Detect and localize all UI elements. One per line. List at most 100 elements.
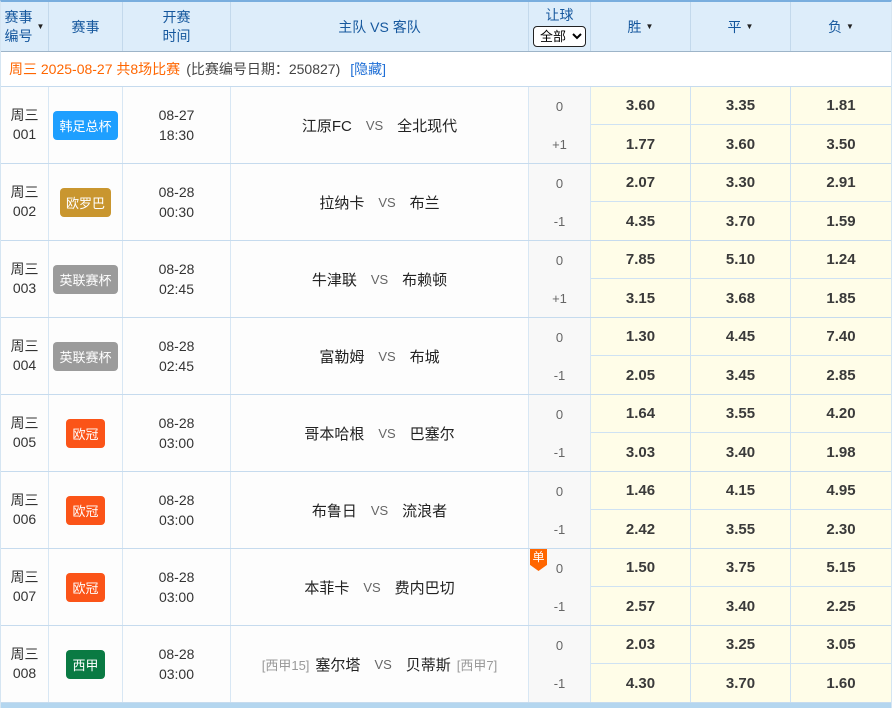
- odds-draw[interactable]: 3.55: [691, 395, 791, 433]
- match-row: 周三 005 欧冠 08-28 03:00 哥本哈根 VS 巴塞尔 0 1.64…: [1, 395, 891, 472]
- odds-win[interactable]: 4.35: [591, 202, 691, 240]
- handicap-value: 0: [556, 176, 563, 191]
- odds-lose[interactable]: 1.81: [791, 87, 891, 125]
- odds-draw[interactable]: 4.15: [691, 472, 791, 510]
- sort-arrow-icon[interactable]: ▼: [37, 22, 45, 31]
- odds-win[interactable]: 1.77: [591, 125, 691, 163]
- odds-lose[interactable]: 7.40: [791, 318, 891, 356]
- handicap-cell: 单 0: [529, 549, 591, 587]
- match-row: 周三 007 欧冠 08-28 03:00 本菲卡 VS 费内巴切 单 0 1.…: [1, 549, 891, 626]
- teams-cell: [西甲15] 塞尔塔 VS 贝蒂斯 [西甲7]: [231, 626, 529, 702]
- teams-cell: 哥本哈根 VS 巴塞尔: [231, 395, 529, 471]
- header-win-label: 胜: [628, 17, 642, 37]
- odds-win[interactable]: 7.85: [591, 241, 691, 279]
- odds-line-1: -1 2.05 3.45 2.85: [529, 356, 891, 394]
- odds-lose[interactable]: 4.95: [791, 472, 891, 510]
- handicap-filter-select[interactable]: 全部: [533, 26, 586, 47]
- home-team: 江原FC: [302, 115, 352, 136]
- kickoff-time: 03:00: [159, 587, 194, 607]
- odds-win[interactable]: 2.07: [591, 164, 691, 202]
- odds-lose[interactable]: 3.50: [791, 125, 891, 163]
- odds-lose[interactable]: 1.60: [791, 664, 891, 702]
- odds-block: 0 3.60 3.35 1.81 +1 1.77 3.60 3.50: [529, 87, 891, 163]
- odds-lose[interactable]: 2.25: [791, 587, 891, 625]
- odds-draw[interactable]: 3.60: [691, 125, 791, 163]
- win-dropdown-icon[interactable]: ▼: [646, 22, 654, 31]
- odds-win[interactable]: 2.05: [591, 356, 691, 394]
- handicap-value: -1: [554, 368, 566, 383]
- match-day: 周三: [11, 260, 39, 279]
- odds-win[interactable]: 1.30: [591, 318, 691, 356]
- teams-cell: 本菲卡 VS 费内巴切: [231, 549, 529, 625]
- match-date: 08-28: [159, 336, 195, 356]
- match-time: 08-28 03:00: [123, 395, 231, 471]
- lose-dropdown-icon[interactable]: ▼: [846, 22, 854, 31]
- odds-lose[interactable]: 1.85: [791, 279, 891, 317]
- odds-win[interactable]: 4.30: [591, 664, 691, 702]
- odds-draw[interactable]: 3.30: [691, 164, 791, 202]
- odds-draw[interactable]: 3.70: [691, 202, 791, 240]
- odds-draw[interactable]: 3.35: [691, 87, 791, 125]
- odds-draw[interactable]: 3.40: [691, 433, 791, 471]
- odds-win[interactable]: 2.57: [591, 587, 691, 625]
- teams-cell: 布鲁日 VS 流浪者: [231, 472, 529, 548]
- odds-draw[interactable]: 3.70: [691, 664, 791, 702]
- odds-draw[interactable]: 3.25: [691, 626, 791, 664]
- odds-lose[interactable]: 1.24: [791, 241, 891, 279]
- match-day: 周三: [11, 414, 39, 433]
- match-row: 周三 006 欧冠 08-28 03:00 布鲁日 VS 流浪者 0 1.46 …: [1, 472, 891, 549]
- odds-draw[interactable]: 3.55: [691, 510, 791, 548]
- handicap-value: +1: [552, 137, 567, 152]
- odds-line-1: -1 4.35 3.70 1.59: [529, 202, 891, 240]
- header-match-id[interactable]: 赛事 编号 ▼: [1, 2, 49, 51]
- handicap-cell: -1: [529, 356, 591, 394]
- odds-win[interactable]: 1.50: [591, 549, 691, 587]
- odds-draw[interactable]: 3.40: [691, 587, 791, 625]
- odds-lose[interactable]: 5.15: [791, 549, 891, 587]
- home-team: 塞尔塔: [315, 654, 360, 675]
- hide-link[interactable]: [隐藏]: [350, 59, 386, 79]
- league-badge: 英联赛杯: [53, 342, 117, 371]
- odds-win[interactable]: 1.64: [591, 395, 691, 433]
- match-time: 08-28 02:45: [123, 241, 231, 317]
- league-badge: 欧罗巴: [60, 188, 111, 217]
- odds-draw[interactable]: 3.75: [691, 549, 791, 587]
- odds-draw[interactable]: 4.45: [691, 318, 791, 356]
- single-bet-badge: 单: [530, 549, 547, 571]
- header-lose[interactable]: 负 ▼: [791, 2, 891, 51]
- draw-dropdown-icon[interactable]: ▼: [746, 22, 754, 31]
- league-cell: 韩足总杯: [49, 87, 123, 163]
- handicap-cell: 0: [529, 241, 591, 279]
- kickoff-time: 03:00: [159, 510, 194, 530]
- odds-lose[interactable]: 4.20: [791, 395, 891, 433]
- league-cell: 英联赛杯: [49, 318, 123, 394]
- odds-win[interactable]: 3.60: [591, 87, 691, 125]
- match-id: 周三 007: [1, 549, 49, 625]
- odds-win[interactable]: 1.46: [591, 472, 691, 510]
- kickoff-time: 03:00: [159, 664, 194, 684]
- odds-draw[interactable]: 5.10: [691, 241, 791, 279]
- odds-win[interactable]: 3.03: [591, 433, 691, 471]
- league-badge: 欧冠: [66, 496, 104, 525]
- odds-draw[interactable]: 3.68: [691, 279, 791, 317]
- handicap-cell: +1: [529, 125, 591, 163]
- header-win[interactable]: 胜 ▼: [591, 2, 691, 51]
- odds-line-0: 0 7.85 5.10 1.24: [529, 241, 891, 279]
- odds-lose[interactable]: 2.91: [791, 164, 891, 202]
- odds-lose[interactable]: 1.98: [791, 433, 891, 471]
- odds-win[interactable]: 2.42: [591, 510, 691, 548]
- handicap-cell: 0: [529, 164, 591, 202]
- odds-lose[interactable]: 2.85: [791, 356, 891, 394]
- odds-win[interactable]: 2.03: [591, 626, 691, 664]
- odds-lose[interactable]: 1.59: [791, 202, 891, 240]
- odds-line-0: 0 1.30 4.45 7.40: [529, 318, 891, 356]
- odds-line-0: 0 1.64 3.55 4.20: [529, 395, 891, 433]
- kickoff-time: 03:00: [159, 433, 194, 453]
- header-lose-label: 负: [828, 17, 842, 37]
- header-draw[interactable]: 平 ▼: [691, 2, 791, 51]
- odds-draw[interactable]: 3.45: [691, 356, 791, 394]
- odds-win[interactable]: 3.15: [591, 279, 691, 317]
- header-league: 赛事: [49, 2, 123, 51]
- odds-lose[interactable]: 2.30: [791, 510, 891, 548]
- odds-lose[interactable]: 3.05: [791, 626, 891, 664]
